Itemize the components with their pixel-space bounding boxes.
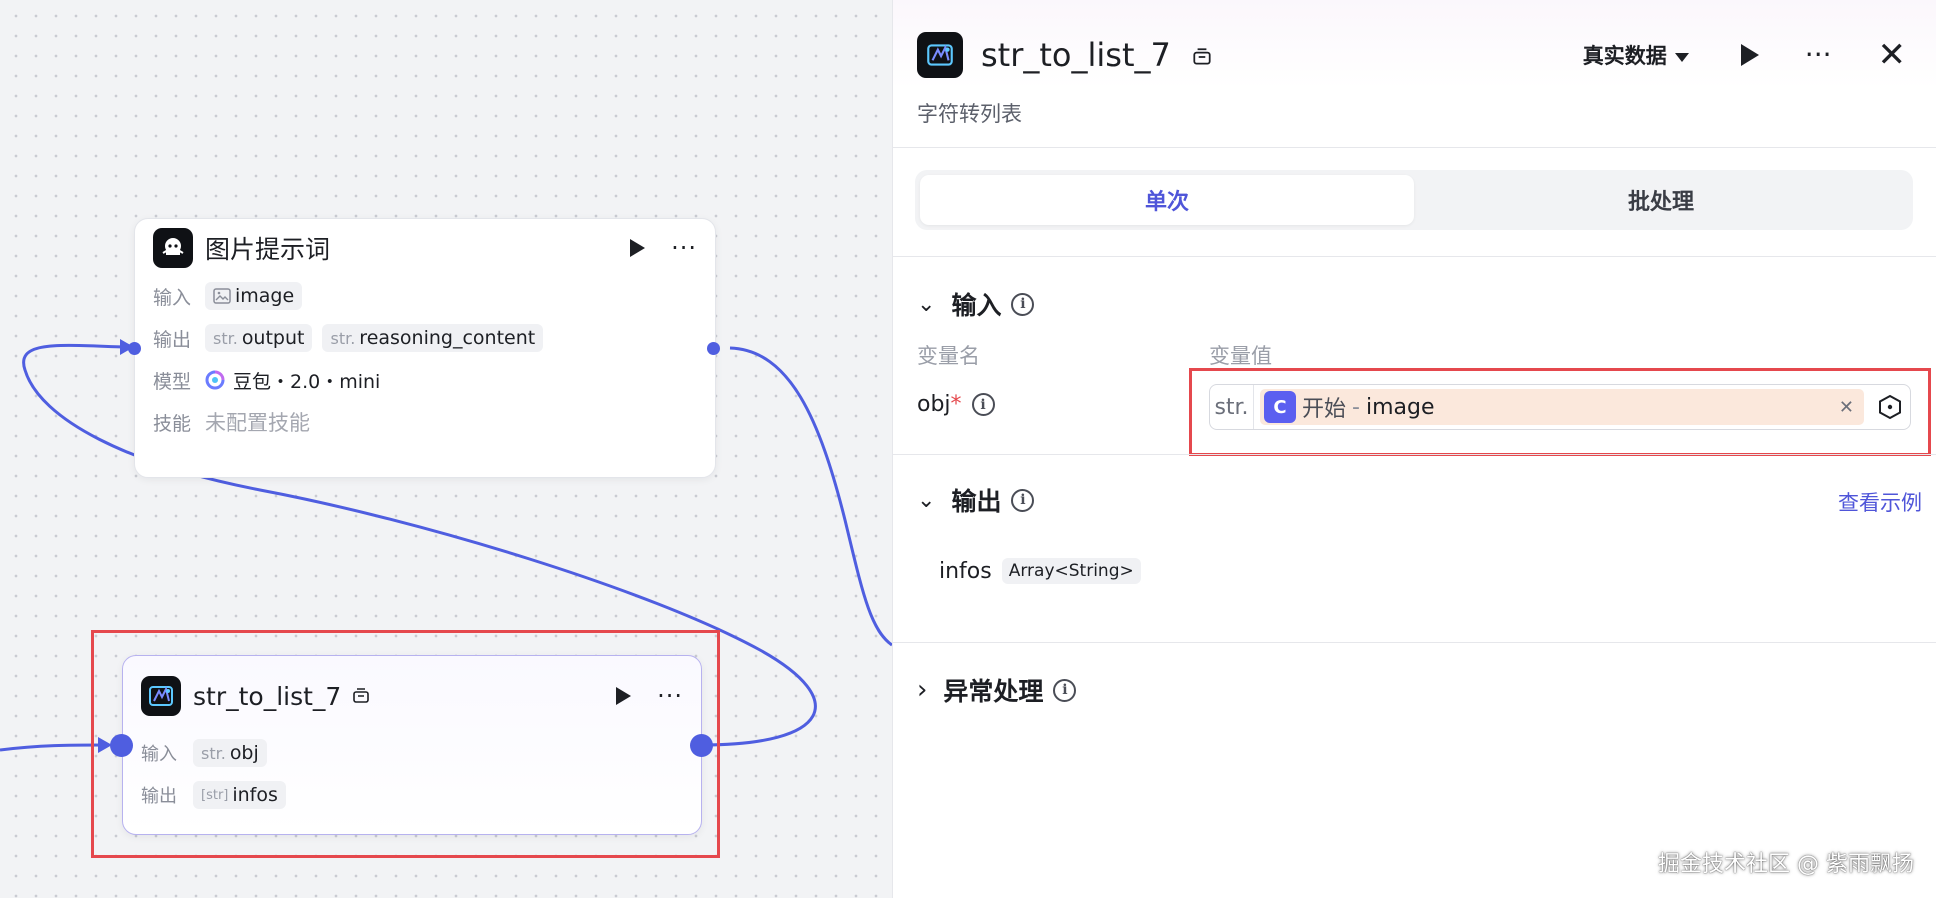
output-label: 输出 (153, 328, 192, 351)
error-section-title: 异常处理 (943, 677, 1044, 706)
data-mode-label: 真实数据 (1582, 44, 1667, 68)
run-icon[interactable] (1740, 44, 1759, 66)
doubao-logo-icon (205, 370, 225, 390)
input-tag-image: image (205, 282, 303, 310)
highlight-box-value (1189, 368, 1931, 456)
output-name: output (241, 327, 305, 349)
input-label: 输入 (153, 286, 192, 309)
chevron-down-icon: ⌄ (917, 487, 936, 513)
chevron-right-icon: › (917, 675, 928, 705)
tab-single[interactable]: 单次 (920, 175, 1414, 225)
info-icon[interactable]: i (1011, 292, 1035, 316)
output-var-type: Array<String> (1001, 558, 1141, 584)
watermark: 掘金技术社区 @ 紫雨飘扬 (1658, 852, 1914, 877)
image-icon (213, 288, 231, 304)
ghost-icon (162, 238, 184, 255)
robot-icon (927, 44, 953, 66)
more-icon[interactable]: ··· (1805, 41, 1832, 69)
run-mode-tabs: 单次 批处理 (915, 170, 1913, 230)
input-var-name: obj * i (917, 392, 995, 417)
error-section-header[interactable]: › 异常处理 i (917, 672, 1077, 708)
skill-value: 未配置技能 (205, 411, 310, 435)
port-image-prompt-in[interactable] (128, 342, 141, 355)
input-section-title: 输入 (951, 291, 1002, 320)
info-icon[interactable]: i (1011, 488, 1035, 512)
node-image-prompt[interactable]: 图片提示词 ··· 输入 image 输出 str. output str. r… (134, 218, 716, 478)
panel-header: str_to_list_7 字符转列表 真实数据 ··· ✕ (893, 0, 1936, 148)
highlight-box-node (91, 630, 720, 858)
node-avatar (153, 228, 193, 268)
node-output-row: 输出 str. output str. reasoning_content (135, 317, 715, 359)
var-name-text: obj (917, 392, 951, 417)
plugin-badge-icon (1193, 48, 1211, 65)
output-var-name: infos (939, 558, 992, 584)
run-icon[interactable] (630, 239, 646, 257)
skill-label: 技能 (153, 412, 192, 435)
input-name: image (235, 285, 295, 307)
node-title: 图片提示词 (205, 235, 331, 264)
more-icon[interactable]: ··· (671, 236, 697, 260)
caret-down-icon (1674, 52, 1689, 62)
output-section-title: 输出 (951, 487, 1002, 516)
data-mode-select[interactable]: 真实数据 (1583, 40, 1689, 70)
divider (893, 642, 1936, 643)
model-value: 豆包・2.0・mini (233, 370, 381, 393)
node-config-panel: str_to_list_7 字符转列表 真实数据 ··· ✕ 单次 批处理 ⌄ … (892, 0, 1936, 898)
node-model-row: 模型 豆包・2.0・mini (135, 359, 715, 401)
panel-actions: 真实数据 ··· ✕ (1583, 38, 1906, 72)
close-icon[interactable]: ✕ (1878, 38, 1907, 72)
workflow-canvas[interactable]: 图片提示词 ··· 输入 image 输出 str. output str. r… (0, 0, 892, 898)
tab-batch[interactable]: 批处理 (1414, 175, 1908, 225)
type-label: str. (213, 328, 238, 348)
chevron-down-icon: ⌄ (917, 291, 936, 317)
divider (893, 256, 1936, 257)
model-label: 模型 (153, 370, 192, 393)
node-input-row: 输入 image (135, 275, 715, 317)
divider (893, 454, 1936, 455)
panel-title: str_to_list_7 (981, 36, 1213, 74)
type-label: str. (330, 328, 356, 348)
node-header: 图片提示词 ··· (135, 219, 715, 277)
info-icon[interactable]: i (971, 393, 995, 416)
output-section-header[interactable]: ⌄ 输出 i (917, 482, 1035, 518)
panel-avatar (917, 32, 963, 78)
view-example-link[interactable]: 查看示例 (1838, 487, 1922, 517)
required-mark: * (950, 392, 962, 417)
panel-subtitle: 字符转列表 (917, 102, 1022, 126)
output-tag-reasoning: str. reasoning_content (322, 324, 544, 352)
input-section-header[interactable]: ⌄ 输入 i (917, 286, 1035, 322)
port-image-prompt-out[interactable] (707, 342, 720, 355)
info-icon[interactable]: i (1053, 678, 1077, 702)
output-var-row: infos Array<String> (939, 558, 1151, 584)
col-var-value: 变量值 (1209, 344, 1272, 368)
node-skill-row: 技能 未配置技能 (135, 401, 715, 443)
output-tag-output: str. output (205, 324, 313, 352)
col-var-name: 变量名 (917, 344, 980, 368)
panel-title-text: str_to_list_7 (981, 36, 1171, 74)
edge-into-str-to-list[interactable] (0, 743, 105, 752)
edge-out-right[interactable] (729, 346, 892, 647)
output-name: reasoning_content (359, 327, 536, 349)
